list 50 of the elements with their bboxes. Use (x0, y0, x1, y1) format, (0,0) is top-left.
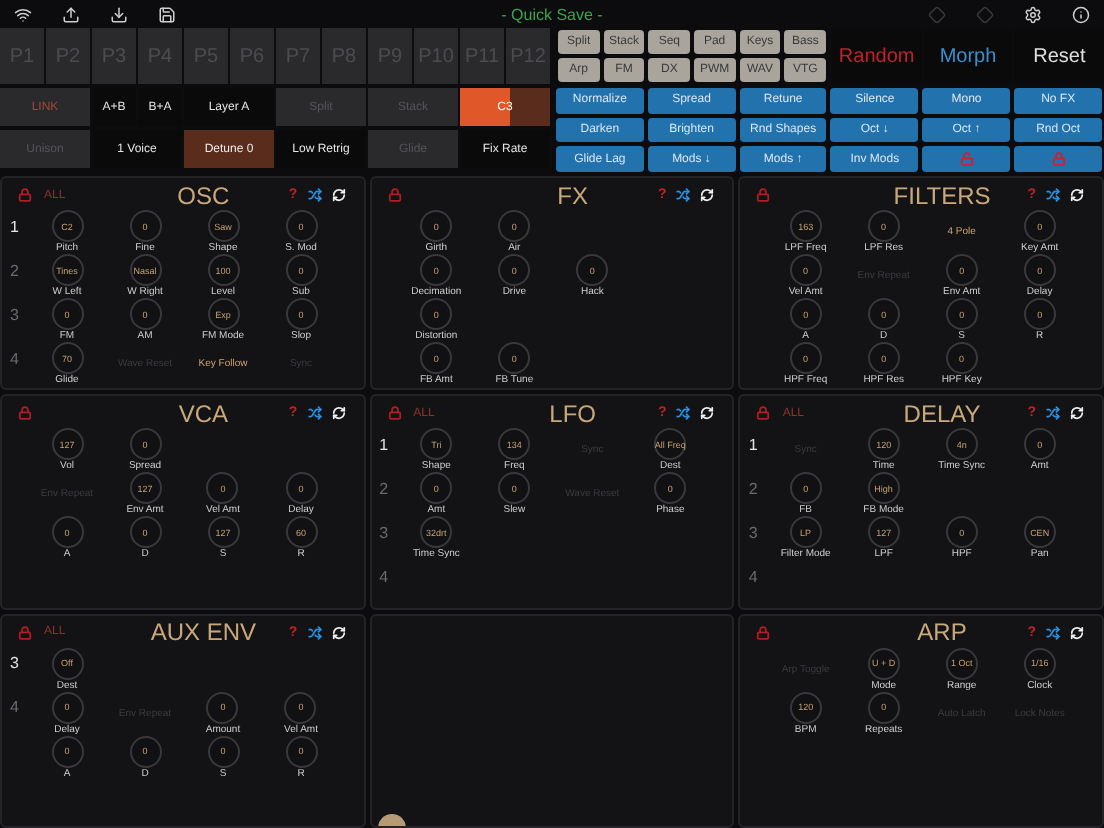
layer-number[interactable]: 4 (8, 691, 28, 736)
shuffle-icon[interactable] (307, 406, 322, 421)
refresh-icon[interactable] (331, 188, 346, 202)
lock-icon[interactable] (387, 188, 402, 202)
unlocked-lock-icon (959, 152, 974, 167)
lock-icon (1051, 152, 1066, 167)
refresh-icon[interactable] (1070, 406, 1084, 421)
patch-title: - Quick Save - (501, 5, 603, 23)
shuffle-icon[interactable] (307, 188, 322, 202)
refresh-icon[interactable] (331, 406, 346, 421)
shuffle-icon[interactable] (676, 406, 691, 421)
layer-number[interactable]: 3 (8, 298, 28, 342)
module-title: FILTERS (891, 181, 993, 209)
refresh-icon[interactable] (331, 625, 346, 640)
lock-icon[interactable] (18, 406, 32, 421)
download-icon[interactable] (110, 5, 128, 23)
layer-number[interactable]: 3 (8, 647, 28, 692)
save-icon[interactable] (158, 5, 176, 23)
layer-number[interactable]: 3 (746, 516, 767, 561)
shuffle-icon[interactable] (1046, 188, 1060, 202)
layer-number[interactable]: 4 (8, 342, 28, 386)
module-title: AUX ENV (148, 618, 259, 647)
shuffle-icon[interactable] (676, 188, 691, 202)
refresh-icon[interactable] (700, 406, 715, 421)
layer-number[interactable]: 4 (746, 560, 767, 605)
wifi-icon[interactable] (14, 5, 32, 23)
module-title: FX (555, 181, 591, 209)
refresh-icon[interactable] (1070, 625, 1084, 640)
module-title: OSC (175, 181, 232, 209)
module-title: DELAY (901, 399, 983, 428)
lock-icon[interactable] (387, 406, 402, 421)
layer-number[interactable]: 1 (377, 428, 398, 473)
shuffle-icon[interactable] (1046, 625, 1060, 640)
layer-number[interactable]: 1 (8, 210, 28, 254)
lock-icon[interactable] (756, 625, 771, 640)
lock-icon[interactable] (756, 188, 771, 202)
module-title: VCA (176, 399, 231, 428)
upload-icon[interactable] (62, 5, 80, 23)
info-icon[interactable] (1072, 5, 1090, 23)
module-title: ARP (915, 618, 969, 647)
refresh-icon[interactable] (700, 188, 715, 202)
lock-icon[interactable] (18, 625, 32, 640)
shuffle-icon[interactable] (307, 625, 322, 640)
layer-number[interactable]: 1 (746, 428, 767, 473)
refresh-icon[interactable] (1070, 188, 1084, 202)
lock-icon[interactable] (18, 188, 32, 202)
lock-icon[interactable] (756, 406, 771, 421)
shuffle-icon[interactable] (1046, 406, 1060, 421)
settings-icon[interactable] (1024, 5, 1042, 23)
module-title: LFO (547, 399, 599, 428)
